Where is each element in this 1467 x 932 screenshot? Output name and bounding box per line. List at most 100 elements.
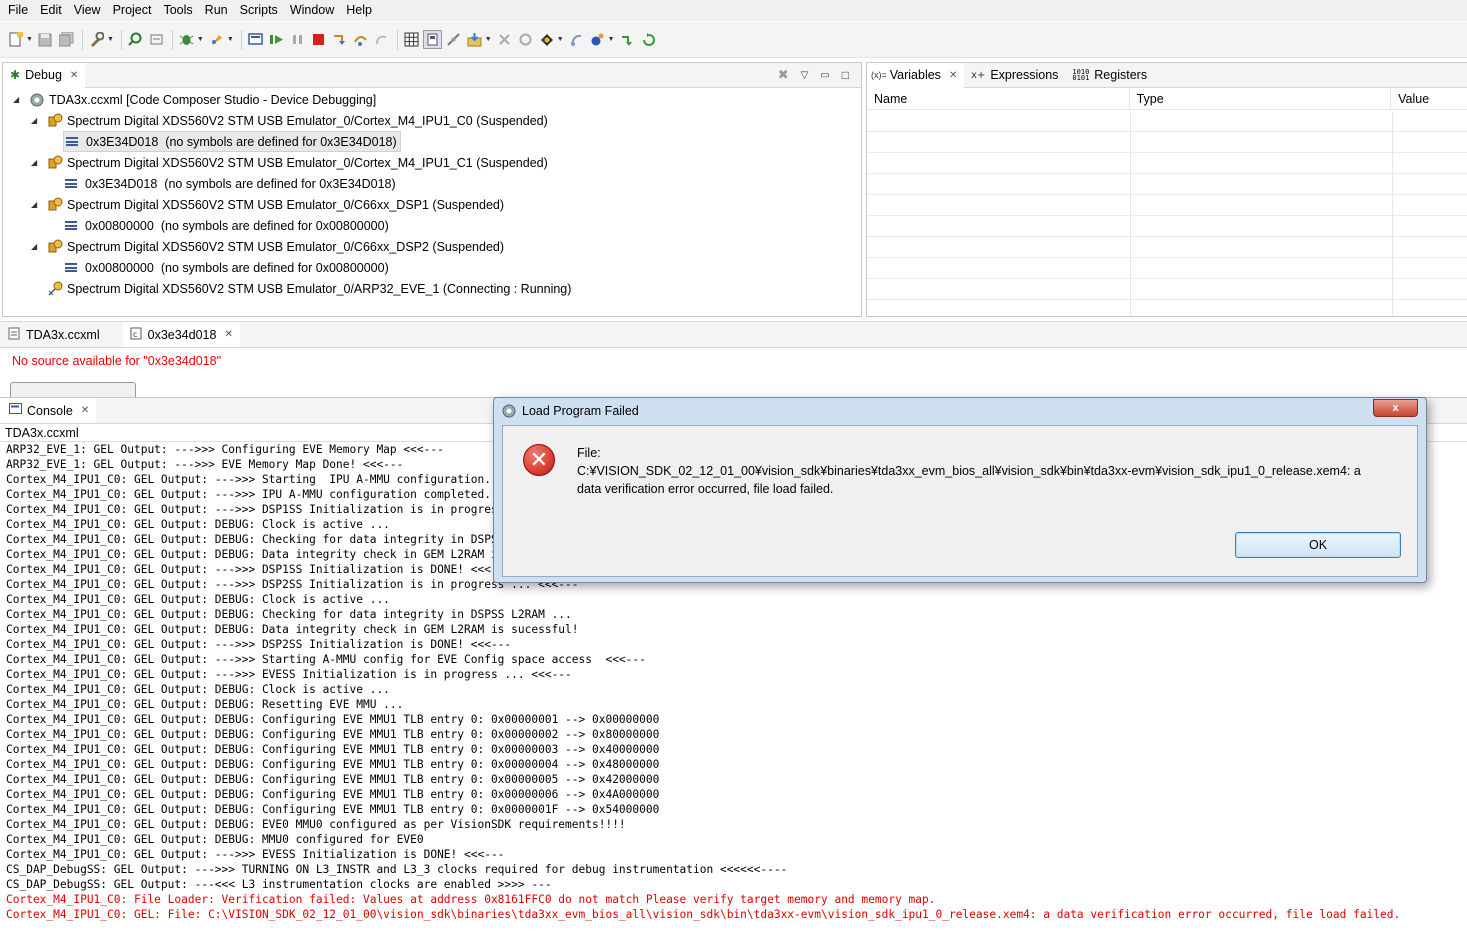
step-over-icon[interactable] xyxy=(351,30,370,49)
close-icon[interactable]: ✕ xyxy=(81,405,89,416)
console-line: Cortex_M4_IPU1_C0: GEL Output: DEBUG: Co… xyxy=(6,728,660,741)
toggle-icon[interactable] xyxy=(422,30,442,49)
remove-terminated-icon[interactable]: ✖ xyxy=(778,67,789,83)
resume-icon[interactable] xyxy=(267,30,286,49)
tab-console[interactable]: Console ✕ xyxy=(0,398,97,423)
expand-icon[interactable]: ◢ xyxy=(31,200,41,209)
menu-edit[interactable]: Edit xyxy=(34,0,68,21)
flash-icon[interactable] xyxy=(207,30,226,49)
debug-icon[interactable] xyxy=(177,30,196,49)
tree-target-label: Spectrum Digital XDS560V2 STM USB Emulat… xyxy=(67,239,505,254)
column-value[interactable]: Value xyxy=(1391,88,1467,109)
new-dropdown-icon[interactable]: ▼ xyxy=(26,36,33,43)
ccs-window: File Edit View Project Tools Run Scripts… xyxy=(0,0,1467,932)
expand-icon[interactable]: ◢ xyxy=(31,242,41,251)
step-return-icon[interactable] xyxy=(372,30,391,49)
view-menu-icon[interactable]: ▽ xyxy=(801,70,809,81)
tab-registers[interactable]: 1010 0101 Registers xyxy=(1065,63,1154,88)
terminate-icon[interactable] xyxy=(309,30,328,49)
console-line: Cortex_M4_IPU1_C0: GEL Output: DEBUG: Co… xyxy=(6,773,660,786)
menu-scripts[interactable]: Scripts xyxy=(234,0,284,21)
dialog-body: ✕ File: C:¥VISION_SDK_02_12_01_00¥vision… xyxy=(502,425,1418,577)
no-source-message: No source available for "0x3e34d018" xyxy=(12,354,222,368)
close-icon[interactable]: ✕ xyxy=(70,70,78,81)
build-icon[interactable] xyxy=(87,30,106,49)
console-line: Cortex_M4_IPU1_C0: GEL Output: DEBUG: Da… xyxy=(6,623,579,636)
menu-help[interactable]: Help xyxy=(340,0,378,21)
view-disassembly-button[interactable] xyxy=(10,382,136,398)
tree-target[interactable]: ◢ Spectrum Digital XDS560V2 STM USB Emul… xyxy=(31,236,504,257)
dialog-app-icon xyxy=(502,404,516,421)
debug-view: ✱ Debug ✕ ✖ ▽ ▭ □ ◢ TDA3x.ccxml [Code Co… xyxy=(2,62,862,317)
save-icon[interactable] xyxy=(36,30,55,49)
load-dropdown-icon[interactable]: ▼ xyxy=(485,36,492,43)
save-all-icon[interactable] xyxy=(57,30,76,49)
search-icon[interactable] xyxy=(126,30,145,49)
restart-icon[interactable] xyxy=(516,30,535,49)
tree-target-label: Spectrum Digital XDS560V2 STM USB Emulat… xyxy=(67,281,572,296)
step-into-icon[interactable] xyxy=(330,30,349,49)
tab-expressions[interactable]: x+ Expressions xyxy=(964,63,1065,88)
breakpoint-dropdown-icon[interactable]: ▼ xyxy=(557,36,564,43)
column-name[interactable]: Name xyxy=(867,88,1130,109)
close-icon[interactable]: ✕ xyxy=(224,329,232,340)
refresh-target-icon[interactable] xyxy=(639,30,658,49)
minimize-icon[interactable]: ▭ xyxy=(820,70,829,81)
load-icon[interactable] xyxy=(465,30,484,49)
debug-dropdown-icon[interactable]: ▼ xyxy=(197,36,204,43)
console-error-line: Cortex_M4_IPU1_C0: GEL: File: C:\VISION_… xyxy=(6,908,1401,921)
expand-icon[interactable]: ◢ xyxy=(13,95,23,104)
tree-target[interactable]: Spectrum Digital XDS560V2 STM USB Emulat… xyxy=(47,278,571,299)
stack-frame[interactable]: 0x3E34D018 (no symbols are defined for 0… xyxy=(63,173,396,194)
menu-file[interactable]: File xyxy=(2,0,34,21)
tab-debug[interactable]: ✱ Debug ✕ xyxy=(3,62,86,88)
menu-run[interactable]: Run xyxy=(199,0,234,21)
column-type[interactable]: Type xyxy=(1130,88,1392,109)
console-line: Cortex_M4_IPU1_C0: GEL Output: DEBUG: MM… xyxy=(6,833,424,846)
new-icon[interactable] xyxy=(6,30,25,49)
expand-icon[interactable]: ◢ xyxy=(31,158,41,167)
tab-editor-ccxml[interactable]: TDA3x.ccxml xyxy=(0,322,107,347)
variables-view: (x)= Variables ✕ x+ Expressions 1010 0101… xyxy=(866,62,1467,317)
tree-target[interactable]: ◢ Spectrum Digital XDS560V2 STM USB Emul… xyxy=(31,152,548,173)
load-program-failed-dialog: Load Program Failed x ✕ File: C:¥VISION_… xyxy=(493,397,1427,583)
menu-tools[interactable]: Tools xyxy=(157,0,198,21)
menu-window[interactable]: Window xyxy=(284,0,340,21)
console-line: Cortex_M4_IPU1_C0: GEL Output: DEBUG: Co… xyxy=(6,743,660,756)
maximize-icon[interactable]: □ xyxy=(842,68,849,82)
suspend-icon[interactable] xyxy=(288,30,307,49)
stack-frame-icon xyxy=(66,137,78,146)
build-dropdown-icon[interactable]: ▼ xyxy=(107,36,114,43)
dialog-message-line: File: xyxy=(577,446,601,460)
run-icon[interactable] xyxy=(567,30,586,49)
assembly-step-over-icon[interactable] xyxy=(618,30,637,49)
connect-icon[interactable] xyxy=(444,30,463,49)
stack-frame[interactable]: 0x3E34D018 (no symbols are defined for 0… xyxy=(63,131,401,152)
stack-frame[interactable]: 0x00800000 (no symbols are defined for 0… xyxy=(63,257,389,278)
svg-text:x+: x+ xyxy=(971,70,985,80)
console-line: Cortex_M4_IPU1_C0: GEL Output: DEBUG: Co… xyxy=(6,803,660,816)
memory-icon[interactable] xyxy=(402,30,421,49)
variables-icon: (x)= xyxy=(871,70,887,80)
assembly-dropdown-icon[interactable]: ▼ xyxy=(608,36,615,43)
console-line: Cortex_M4_IPU1_C0: GEL Output: DEBUG: Co… xyxy=(6,788,660,801)
console-icon[interactable] xyxy=(246,30,265,49)
assembly-step-icon[interactable] xyxy=(588,30,607,49)
close-icon[interactable]: ✕ xyxy=(949,70,957,81)
tab-editor-address[interactable]: c 0x3e34d018 ✕ xyxy=(122,322,240,347)
menu-view[interactable]: View xyxy=(68,0,107,21)
tree-target[interactable]: ◢ Spectrum Digital XDS560V2 STM USB Emul… xyxy=(31,110,548,131)
ok-button[interactable]: OK xyxy=(1235,532,1401,558)
menu-project[interactable]: Project xyxy=(107,0,158,21)
stack-frame[interactable]: 0x00800000 (no symbols are defined for 0… xyxy=(63,215,389,236)
tab-variables[interactable]: (x)= Variables ✕ xyxy=(867,62,965,88)
dialog-close-button[interactable]: x xyxy=(1373,399,1418,417)
expand-icon[interactable]: ◢ xyxy=(31,116,41,125)
breakpoint-icon[interactable] xyxy=(537,30,556,49)
tree-target[interactable]: ◢ Spectrum Digital XDS560V2 STM USB Emul… xyxy=(31,194,504,215)
flash-dropdown-icon[interactable]: ▼ xyxy=(227,36,234,43)
reset-icon[interactable] xyxy=(495,30,514,49)
refresh-icon[interactable] xyxy=(147,30,166,49)
column-divider xyxy=(1392,111,1393,316)
tree-root[interactable]: ◢ TDA3x.ccxml [Code Composer Studio - De… xyxy=(13,89,376,110)
